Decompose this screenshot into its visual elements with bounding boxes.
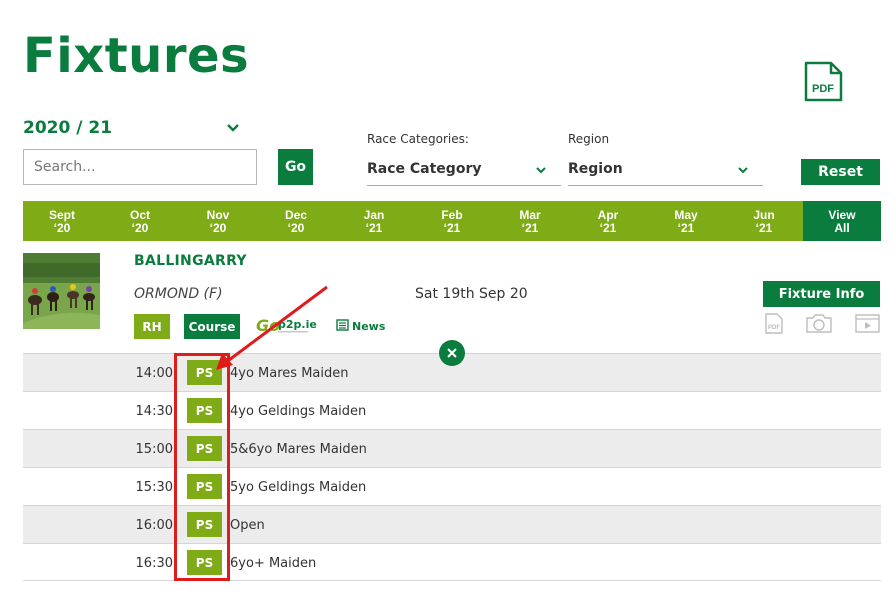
race-title[interactable]: Open [230, 518, 265, 533]
season-value: 2020 / 21 [23, 118, 113, 138]
video-icon[interactable] [855, 313, 880, 334]
race-row[interactable]: 14:30 PS 4yo Geldings Maiden [23, 391, 881, 429]
race-title[interactable]: 5yo Geldings Maiden [230, 480, 366, 495]
month-tab-apr[interactable]: Apr ‘21 [569, 201, 647, 241]
race-time: 14:00 [135, 366, 173, 381]
go-button[interactable]: Go [278, 149, 313, 185]
race-row[interactable]: 15:00 PS 5&6yo Mares Maiden [23, 429, 881, 467]
fixture-date: Sat 19th Sep 20 [415, 286, 528, 302]
close-icon [446, 344, 458, 363]
pdf-label: PDF [812, 83, 834, 95]
ps-badge-button[interactable]: PS [187, 360, 222, 385]
svg-text:Go: Go [256, 316, 280, 335]
month-tab-nov[interactable]: Nov ‘20 [179, 201, 257, 241]
course-name[interactable]: BALLINGARRY [134, 253, 247, 269]
race-row[interactable]: 16:30 PS 6yo+ Maiden [23, 543, 881, 581]
month-tab-may[interactable]: May ‘21 [647, 201, 725, 241]
race-time: 15:00 [135, 442, 173, 457]
meeting-name: ORMOND (F) [134, 286, 223, 302]
race-time: 16:00 [135, 518, 173, 533]
chevron-down-icon [535, 164, 547, 176]
race-row[interactable]: 15:30 PS 5yo Geldings Maiden [23, 467, 881, 505]
ps-badge-button[interactable]: PS [187, 398, 222, 423]
page-title: Fixtures [23, 28, 250, 84]
region-select[interactable]: Region [568, 152, 763, 186]
race-time: 15:30 [135, 480, 173, 495]
month-nav: Sept ‘20 Oct ‘20 Nov ‘20 Dec ‘20 Jan ‘21 Feb ‘… [23, 201, 881, 241]
course-tag-button[interactable]: Course [184, 314, 240, 339]
race-list: 14:00 PS 4yo Mares Maiden 14:30 PS 4yo G… [23, 353, 881, 581]
rh-tag-button[interactable]: RH [134, 314, 170, 339]
ps-badge-button[interactable]: PS [187, 474, 222, 499]
month-tab-jan[interactable]: Jan ‘21 [335, 201, 413, 241]
race-time: 16:30 [135, 556, 173, 571]
fixture-info-button[interactable]: Fixture Info [763, 281, 880, 307]
race-row[interactable]: 16:00 PS Open [23, 505, 881, 543]
collapse-button[interactable] [439, 340, 465, 366]
region-value: Region [568, 161, 623, 177]
race-title[interactable]: 4yo Mares Maiden [230, 366, 348, 381]
race-title[interactable]: 6yo+ Maiden [230, 556, 316, 571]
race-category-value: Race Category [367, 161, 482, 177]
race-title[interactable]: 4yo Geldings Maiden [230, 404, 366, 419]
race-categories-label: Race Categories: [367, 132, 469, 146]
race-category-select[interactable]: Race Category [367, 152, 561, 186]
month-tab-feb[interactable]: Feb ‘21 [413, 201, 491, 241]
chevron-down-icon [737, 164, 749, 176]
news-label: News [352, 319, 386, 333]
camera-icon[interactable] [805, 313, 833, 334]
season-select[interactable]: 2020 / 21 [23, 118, 243, 142]
month-tab-sept[interactable]: Sept ‘20 [23, 201, 101, 241]
pdf-file-icon[interactable]: PDF [764, 313, 784, 334]
month-tab-jun[interactable]: Jun ‘21 [725, 201, 803, 241]
month-tab-view-all[interactable]: View All [803, 201, 881, 241]
month-tab-dec[interactable]: Dec ‘20 [257, 201, 335, 241]
go-p2p-logo[interactable]: Go p2p.ie [256, 316, 318, 336]
month-tab-mar[interactable]: Mar ‘21 [491, 201, 569, 241]
month-tab-oct[interactable]: Oct ‘20 [101, 201, 179, 241]
pdf-download-icon[interactable]: PDF [803, 61, 843, 102]
newspaper-icon [336, 318, 349, 334]
svg-text:PDF: PDF [768, 325, 780, 331]
svg-text:p2p.ie: p2p.ie [278, 318, 317, 331]
news-link[interactable]: News [336, 318, 385, 334]
ps-badge-button[interactable]: PS [187, 550, 222, 575]
region-label: Region [568, 132, 610, 146]
reset-button[interactable]: Reset [801, 159, 880, 185]
search-input[interactable] [23, 149, 257, 185]
race-time: 14:30 [135, 404, 173, 419]
ps-badge-button[interactable]: PS [187, 436, 222, 461]
race-title[interactable]: 5&6yo Mares Maiden [230, 442, 367, 457]
ps-badge-button[interactable]: PS [187, 512, 222, 537]
course-thumbnail-image[interactable] [23, 253, 100, 329]
chevron-down-icon [225, 120, 241, 136]
